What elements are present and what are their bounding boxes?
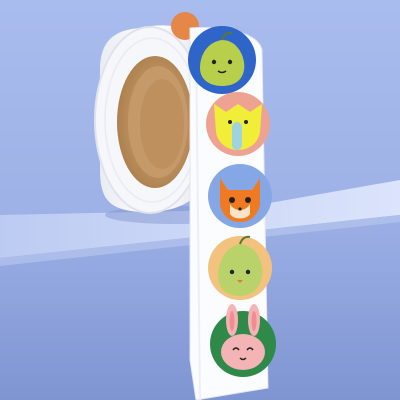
sticker-pear-orange <box>208 235 272 300</box>
sticker-fox-blue <box>208 164 272 228</box>
product-photo <box>0 0 400 400</box>
sticker-elephant-pink <box>206 92 270 156</box>
sticker-pear-blue <box>188 26 256 94</box>
sticker-roll-illustration <box>0 0 400 400</box>
